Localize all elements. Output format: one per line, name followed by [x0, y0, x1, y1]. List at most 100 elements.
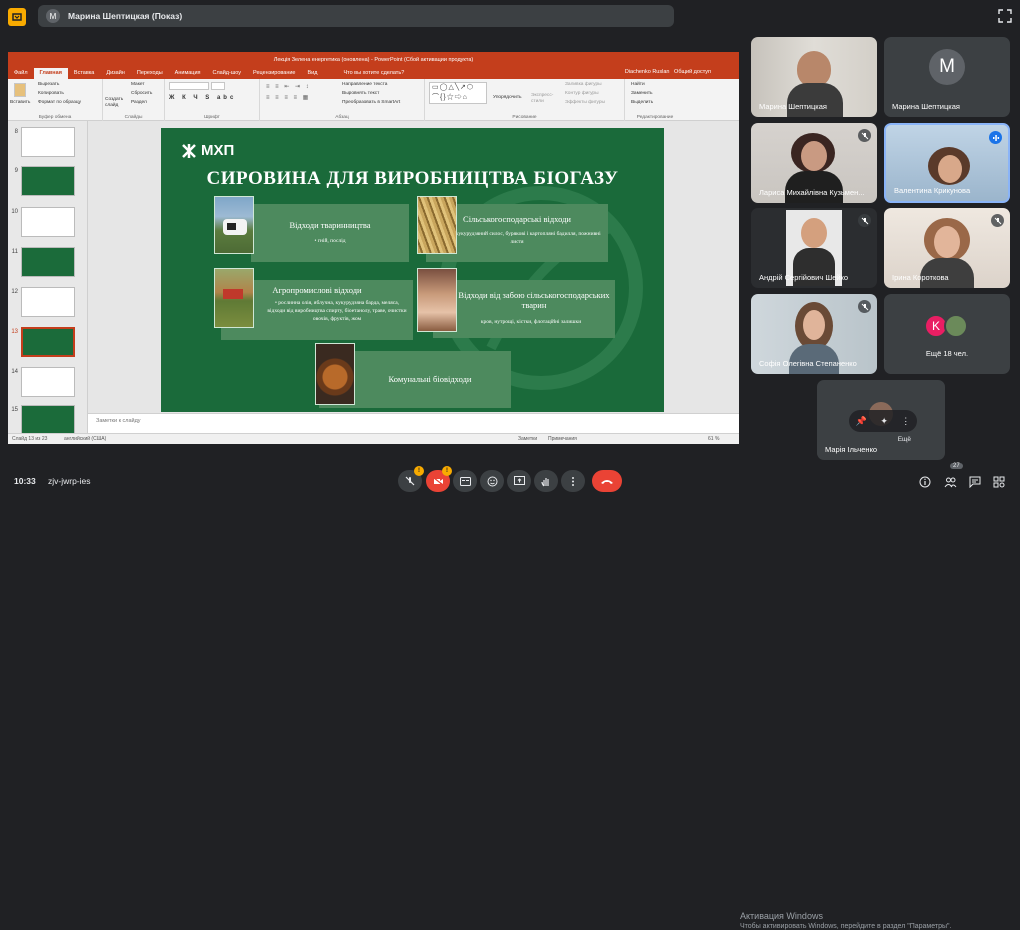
thumb-image[interactable] — [21, 327, 75, 357]
shapes-gallery[interactable]: ▭◯△╲↗⬡ ⌒{}☆⇨⌂ — [429, 82, 487, 104]
info-button[interactable] — [917, 474, 933, 490]
chat-icon — [969, 476, 981, 488]
align-text-button[interactable]: Выровнять текст — [342, 91, 379, 96]
align-buttons[interactable]: ≡ ≡ ≡ ≡ ▦ — [266, 94, 310, 101]
paste-button[interactable]: Вставить — [10, 100, 30, 105]
arrange-button[interactable]: Упорядочить — [493, 95, 522, 100]
hand-icon — [541, 477, 549, 486]
clipboard-group: Вставить Вырезать Копировать Формат по о… — [8, 79, 103, 121]
effects-icon[interactable]: ✦ — [880, 416, 888, 427]
more-options-icon[interactable]: ⋮ — [901, 416, 910, 427]
present-screen-icon — [513, 476, 525, 485]
status-language[interactable]: английский (США) — [64, 436, 106, 442]
raw-material-box: Відходи тваринництва • гній, послід — [251, 204, 409, 262]
more-options-button[interactable] — [561, 470, 585, 492]
chat-button[interactable] — [967, 474, 983, 490]
tab-design[interactable]: Дизайн — [100, 68, 131, 79]
participant-tile[interactable]: Андрій Сергійович Шейко — [751, 208, 877, 288]
tab-home[interactable]: Главная — [33, 68, 68, 79]
notes-toggle[interactable]: Заметки — [518, 436, 537, 442]
emoji-button[interactable] — [480, 470, 504, 492]
thumb-image[interactable] — [21, 287, 75, 317]
share-button[interactable]: Общий доступ — [674, 69, 711, 75]
tab-insert[interactable]: Вставка — [68, 68, 100, 79]
comments-toggle[interactable]: Примечания — [548, 436, 577, 442]
thumb-image[interactable] — [21, 127, 75, 157]
thumb-row[interactable]: 8 — [10, 127, 86, 159]
leave-call-button[interactable] — [592, 470, 622, 492]
thumb-image[interactable] — [21, 367, 75, 397]
thumb-image[interactable] — [21, 166, 75, 196]
tab-transitions[interactable]: Переходы — [131, 68, 169, 79]
self-view-controls: 📌 ✦ ⋮ — [849, 410, 917, 432]
thumb-row-selected[interactable]: 13 — [10, 327, 86, 359]
more-vert-icon — [572, 476, 574, 486]
tab-view[interactable]: Вид — [302, 68, 324, 79]
copy-button[interactable]: Копировать — [38, 91, 64, 96]
food-waste-photo — [315, 343, 355, 405]
participant-tile[interactable]: Ірина Короткова — [884, 208, 1010, 288]
new-slide-button[interactable]: Создать слайд — [105, 97, 127, 109]
clipboard-label: Буфер обмена — [38, 115, 72, 120]
people-button[interactable]: 27 — [942, 463, 963, 490]
participant-name: Андрій Сергійович Шейко — [759, 273, 849, 282]
thumb-image[interactable] — [21, 247, 75, 277]
pin-icon[interactable]: 📌 — [856, 416, 867, 427]
cut-button[interactable]: Вырезать — [38, 82, 59, 87]
captions-button[interactable] — [453, 470, 477, 492]
thumb-row[interactable]: 9 — [10, 166, 86, 198]
find-button[interactable]: Найти — [631, 82, 645, 87]
camera-button[interactable]: ! — [426, 466, 452, 492]
text-direction-button[interactable]: Направление текста — [342, 82, 387, 87]
participant-name: Марина Шептицкая — [892, 102, 960, 111]
slides-group: Создать слайд Макет Сбросить Раздел Слай… — [103, 79, 165, 121]
participant-tile[interactable]: М Марина Шептицкая — [884, 37, 1010, 117]
format-painter-button[interactable]: Формат по образцу — [38, 100, 81, 105]
mic-off-icon — [858, 129, 871, 142]
activities-button[interactable] — [991, 474, 1007, 490]
participant-tile[interactable]: Софія Олегівна Степаненко — [751, 294, 877, 374]
thumb-row[interactable]: 10 — [10, 207, 86, 239]
thumb-row[interactable]: 12 — [10, 287, 86, 319]
section-button[interactable]: Раздел — [131, 100, 147, 105]
raise-hand-button[interactable] — [534, 470, 558, 492]
tab-review[interactable]: Рецензирование — [247, 68, 301, 79]
meeting-code[interactable]: zjv-jwrp-ies — [48, 476, 91, 486]
shape-fill-button[interactable]: Заливка фигуры — [565, 82, 602, 87]
replace-button[interactable]: Заменить — [631, 91, 653, 96]
mic-off-icon — [991, 214, 1004, 227]
current-slide[interactable]: МХП СИРОВИНА ДЛЯ ВИРОБНИЦТВА БІОГАЗУ Від… — [161, 128, 664, 412]
thumb-image[interactable] — [21, 405, 75, 435]
self-view-tile[interactable]: 📌 ✦ ⋮ Ещё Марія Ільченко — [817, 380, 945, 460]
thumb-row[interactable]: 11 — [10, 247, 86, 279]
participant-tile[interactable]: Марина Шептицкая — [751, 37, 877, 117]
font-style-buttons[interactable]: Ж К Ч S abc — [169, 95, 236, 101]
tab-file[interactable]: Файл — [8, 68, 34, 79]
shape-effects-button[interactable]: Эффекты фигуры — [565, 100, 605, 105]
zoom-level[interactable]: 61 % — [708, 436, 719, 442]
present-button[interactable] — [507, 470, 531, 492]
reset-button[interactable]: Сбросить — [131, 91, 152, 96]
fullscreen-icon[interactable] — [998, 9, 1012, 23]
select-button[interactable]: Выделить — [631, 100, 653, 105]
notes-field[interactable]: Заметки к слайду — [88, 413, 739, 428]
tell-me-box[interactable]: Что вы хотите сделать? — [337, 68, 410, 79]
list-buttons[interactable]: ≡ ≡ ⇤ ⇥ ↕ — [266, 83, 311, 90]
shape-outline-button[interactable]: Контур фигуры — [565, 91, 599, 96]
mic-button[interactable]: ! — [398, 466, 424, 492]
thumb-row[interactable]: 14 — [10, 367, 86, 399]
font-size-input[interactable] — [211, 82, 225, 90]
warning-badge: ! — [414, 466, 424, 476]
participant-tile-speaking[interactable]: Валентина Крикунова — [884, 123, 1010, 203]
participant-tile[interactable]: Лариса Михайлівна Кузьмен... — [751, 123, 877, 203]
paste-icon[interactable] — [14, 83, 26, 97]
more-participants-tile[interactable]: K Ещё 18 чел. — [884, 294, 1010, 374]
quick-styles-button[interactable]: Экспресс-стили — [531, 93, 557, 105]
font-name-input[interactable] — [169, 82, 209, 90]
tab-animation[interactable]: Анимация — [169, 68, 207, 79]
smartart-button[interactable]: Преобразовать в SmartArt — [342, 100, 400, 105]
thumb-image[interactable] — [21, 207, 75, 237]
tab-slideshow[interactable]: Слайд-шоу — [207, 68, 248, 79]
presenter-chip[interactable]: М Марина Шептицкая (Показ) — [38, 5, 674, 27]
layout-button[interactable]: Макет — [131, 82, 145, 87]
